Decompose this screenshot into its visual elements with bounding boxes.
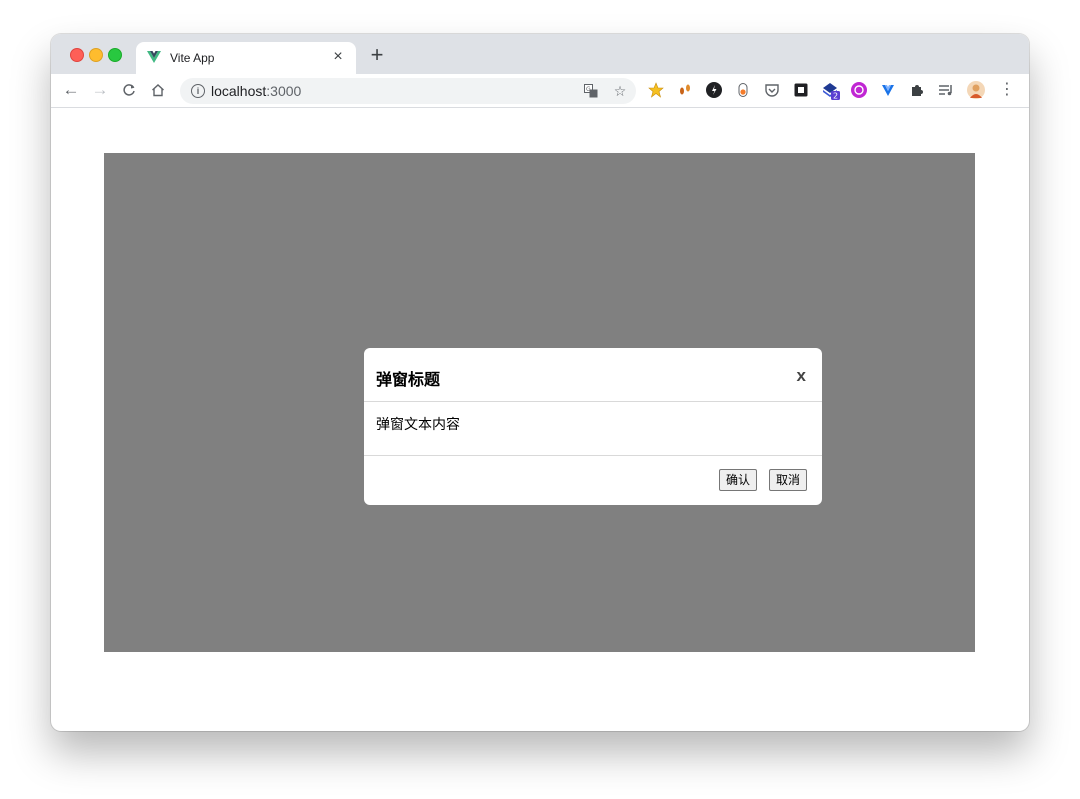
modal-body-text: 弹窗文本内容	[376, 416, 460, 432]
home-icon[interactable]	[147, 79, 169, 101]
back-icon[interactable]: ←	[60, 79, 82, 101]
svg-text:G: G	[586, 86, 591, 93]
tab-vite-app[interactable]: Vite App ×	[136, 42, 356, 74]
zoom-window-button[interactable]	[108, 48, 122, 62]
vue-logo-icon	[147, 51, 161, 63]
tab-close-icon[interactable]: ×	[328, 47, 348, 67]
address-bar[interactable]: i localhost:3000 G ☆	[180, 78, 636, 104]
modal-footer: 确认 取消	[364, 456, 822, 505]
extension-badge-count: 2	[833, 92, 838, 101]
extensions-puzzle-icon[interactable]	[909, 82, 925, 98]
browser-menu-icon[interactable]: ⋮	[999, 82, 1015, 98]
minimize-window-button[interactable]	[89, 48, 103, 62]
reload-icon[interactable]	[118, 79, 140, 101]
toggle-extension-icon[interactable]	[735, 82, 751, 98]
browser-toolbar: ← → i localhost:3000 G ☆ 2 ⋮	[51, 74, 1029, 108]
forward-icon[interactable]: →	[89, 79, 111, 101]
translate-icon[interactable]: G	[582, 82, 600, 100]
modal-close-button[interactable]: x	[797, 366, 806, 386]
modal-body: 弹窗文本内容	[364, 402, 822, 456]
new-tab-button[interactable]: +	[366, 44, 388, 66]
tab-title: Vite App	[170, 51, 215, 65]
site-info-icon[interactable]: i	[191, 84, 205, 98]
pocket-icon[interactable]	[764, 82, 780, 98]
layers-extension-icon[interactable]: 2	[822, 82, 840, 101]
tab-strip: Vite App × +	[51, 34, 1029, 74]
favorites-extension-icon[interactable]	[648, 82, 664, 98]
url-port: :3000	[266, 83, 302, 99]
square-extension-icon[interactable]	[793, 82, 809, 98]
modal-dialog: 弹窗标题 x 弹窗文本内容 确认 取消	[364, 348, 822, 505]
confirm-button[interactable]: 确认	[719, 469, 758, 491]
footprints-extension-icon[interactable]	[677, 82, 693, 98]
url-text: localhost:3000	[211, 83, 301, 99]
cancel-button[interactable]: 取消	[769, 469, 808, 491]
modal-header: 弹窗标题 x	[364, 348, 822, 402]
close-window-button[interactable]	[70, 48, 84, 62]
profile-avatar[interactable]	[967, 81, 985, 99]
modal-overlay[interactable]: 弹窗标题 x 弹窗文本内容 确认 取消	[104, 153, 975, 652]
url-host: localhost	[211, 83, 267, 99]
bookmark-star-icon[interactable]: ☆	[611, 82, 629, 100]
vue-devtools-icon[interactable]	[880, 82, 896, 98]
browser-window: Vite App × + ← → i localhost:3000 G ☆ 2 …	[51, 34, 1029, 731]
purple-extension-icon[interactable]	[851, 82, 867, 98]
dark-mode-extension-icon[interactable]	[706, 82, 722, 98]
modal-title: 弹窗标题	[376, 372, 441, 389]
media-queue-icon[interactable]	[938, 82, 954, 98]
